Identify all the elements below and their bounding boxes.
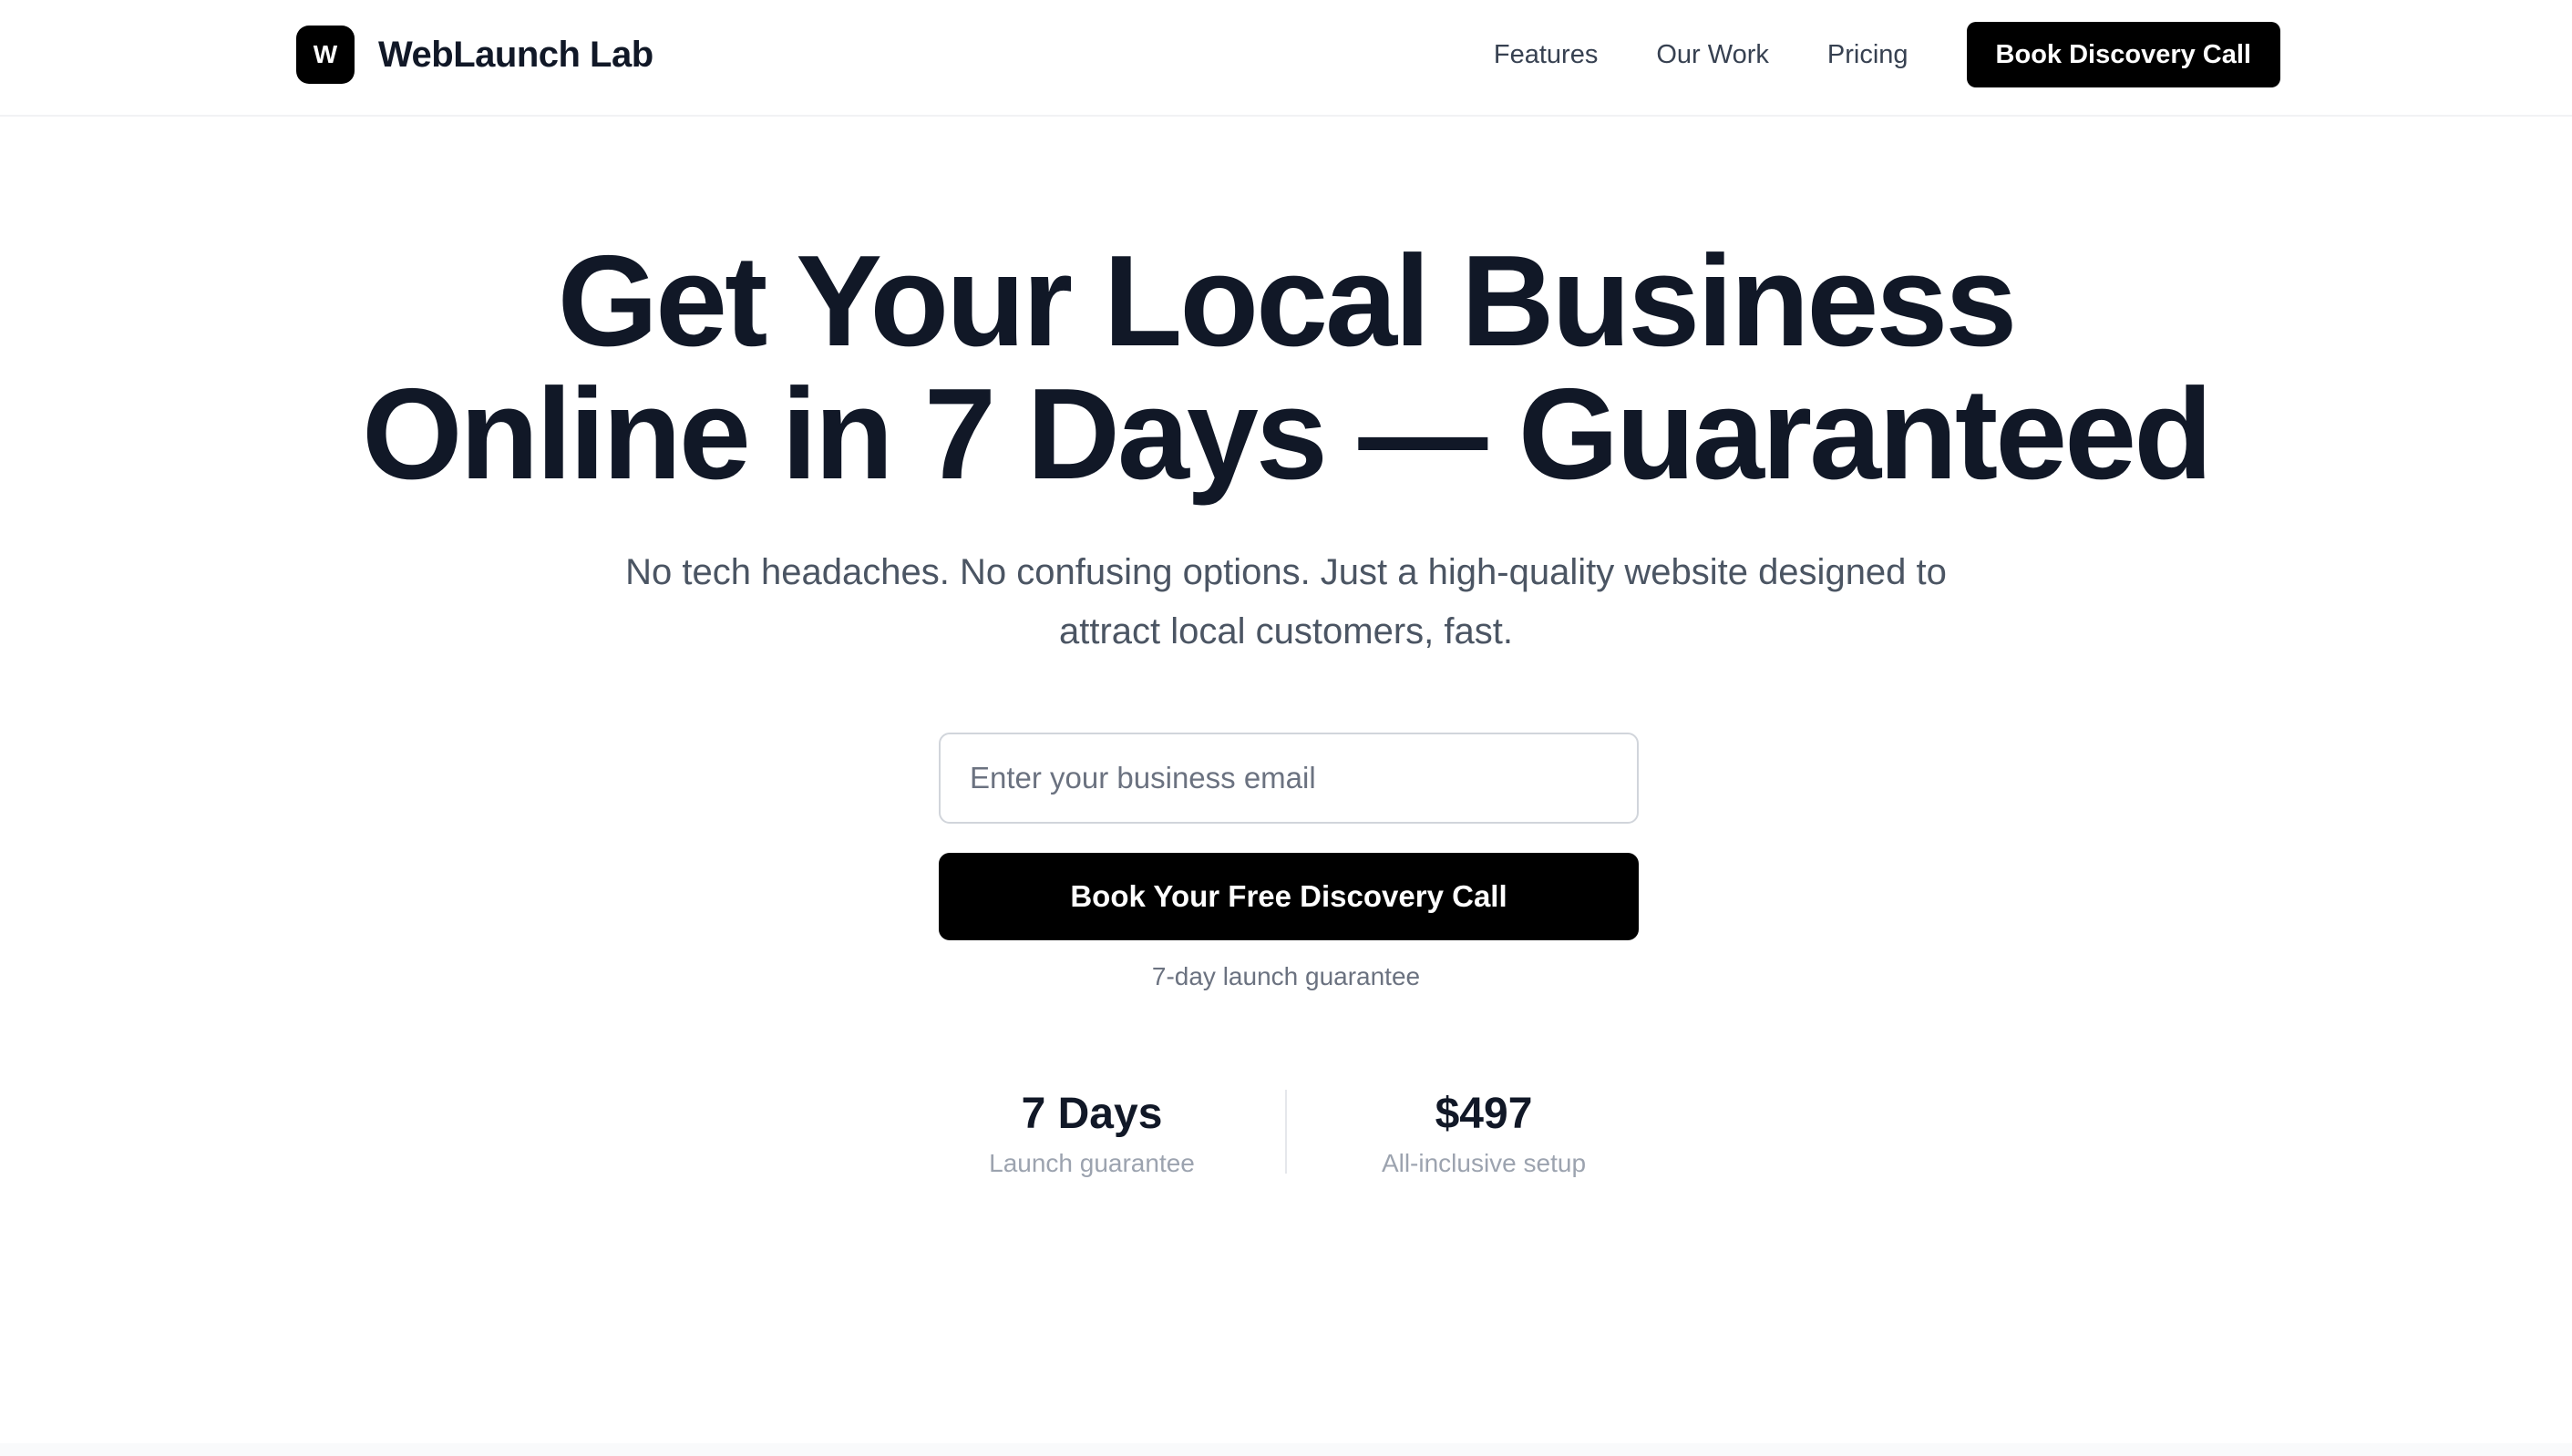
site-header: W WebLaunch Lab Features Our Work Pricin…: [0, 0, 2572, 117]
nav-link-features[interactable]: Features: [1494, 40, 1598, 70]
stat-value: $497: [1435, 1090, 1533, 1138]
stat-value: 7 Days: [1021, 1090, 1163, 1138]
stat-divider: [1285, 1090, 1287, 1174]
next-section-edge: [0, 1443, 2572, 1456]
hero-subtitle-line-2: attract local customers, fast.: [1059, 611, 1513, 651]
main-nav: Features Our Work Pricing Book Discovery…: [1494, 22, 2280, 87]
business-email-input[interactable]: [939, 733, 1639, 824]
logo-icon: W: [296, 26, 355, 84]
book-free-discovery-call-button[interactable]: Book Your Free Discovery Call: [939, 853, 1639, 940]
nav-link-our-work[interactable]: Our Work: [1656, 40, 1769, 70]
stat-label: Launch guarantee: [989, 1149, 1195, 1177]
guarantee-note: 7-day launch guarantee: [1151, 962, 1421, 990]
book-discovery-call-button[interactable]: Book Discovery Call: [1966, 22, 2280, 87]
hero-title-line-1: Get Your Local Business: [557, 229, 2018, 374]
hero-title-line-2: Online in 7 Days — Guaranteed: [362, 362, 2213, 507]
hero-subtitle-line-1: No tech headaches. No confusing options.…: [625, 552, 1947, 592]
stat-launch: 7 Days Launch guarantee: [946, 1086, 1238, 1179]
stat-price: $497 All-inclusive setup: [1338, 1086, 1630, 1179]
hero-title: Get Your Local Business Online in 7 Days…: [0, 235, 2572, 501]
stat-label: All-inclusive setup: [1381, 1149, 1587, 1177]
brand-name: WebLaunch Lab: [378, 34, 653, 75]
nav-link-pricing[interactable]: Pricing: [1827, 40, 1908, 70]
stats-row: 7 Days Launch guarantee $497 All-inclusi…: [0, 1086, 2572, 1177]
brand[interactable]: W WebLaunch Lab: [296, 25, 653, 85]
hero-subtitle: No tech headaches. No confusing options.…: [0, 543, 2572, 661]
